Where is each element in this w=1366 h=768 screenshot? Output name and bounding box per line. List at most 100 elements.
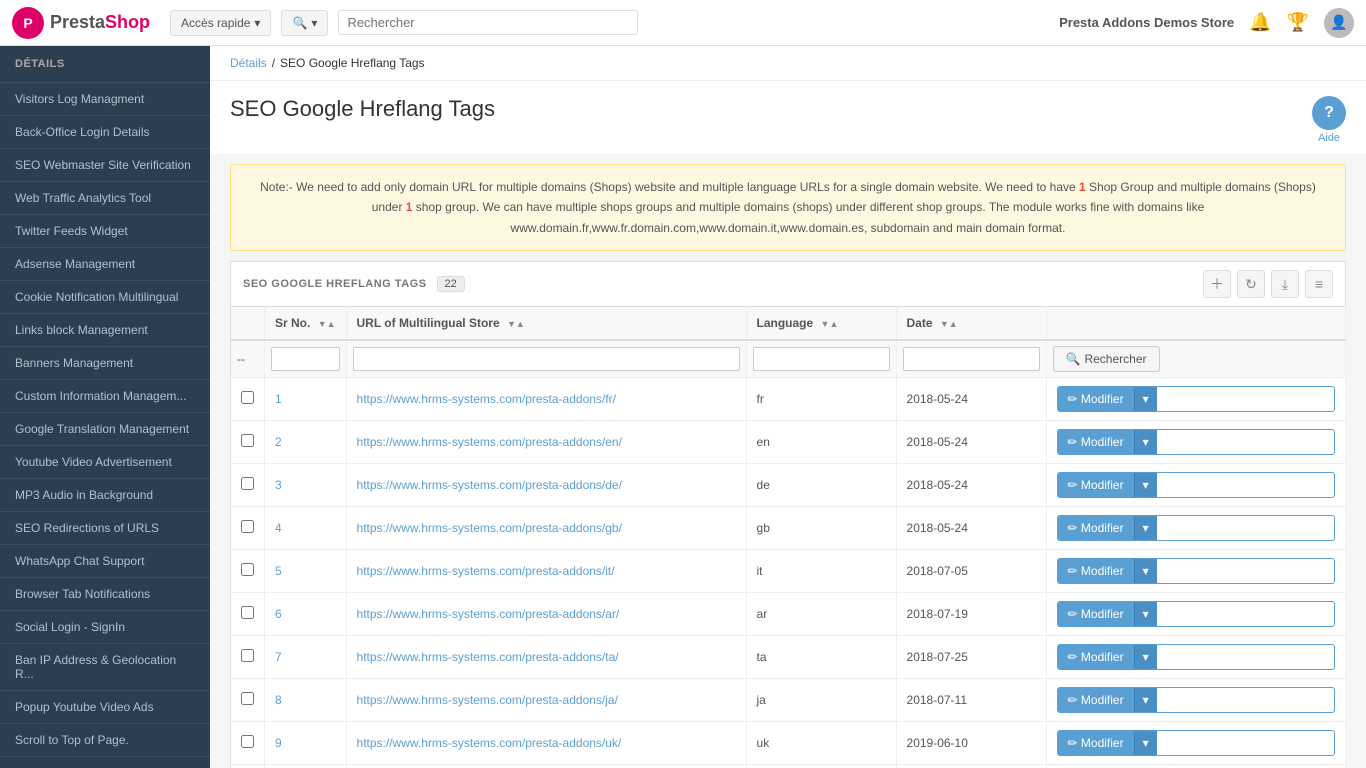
sidebar-item-youtube-ads[interactable]: Youtube Video Advertisement: [0, 446, 210, 479]
add-button[interactable]: ＋: [1203, 270, 1231, 298]
count-badge: 22: [437, 276, 465, 292]
trophy-icon[interactable]: 🏆: [1287, 12, 1309, 33]
url-link[interactable]: https://www.hrms-systems.com/presta-addo…: [357, 478, 622, 492]
table-row: 2 https://www.hrms-systems.com/presta-ad…: [231, 421, 1346, 464]
sidebar-item-seo-redirections[interactable]: SEO Redirections of URLS: [0, 512, 210, 545]
row-checkbox[interactable]: [241, 520, 254, 533]
modifier-dropdown-button[interactable]: ▾: [1134, 559, 1157, 583]
filter-checkbox-cell: --: [231, 340, 265, 378]
breadcrumb-details-link[interactable]: Détails: [230, 56, 267, 70]
modifier-main-button[interactable]: ✏ Modifier: [1058, 387, 1134, 411]
url-link[interactable]: https://www.hrms-systems.com/presta-addo…: [357, 693, 618, 707]
help-button[interactable]: ? Aide: [1312, 96, 1346, 144]
sidebar-item-web-traffic[interactable]: Web Traffic Analytics Tool: [0, 182, 210, 215]
srno-link[interactable]: 8: [275, 693, 282, 707]
modifier-main-button[interactable]: ✏ Modifier: [1058, 688, 1134, 712]
sidebar-item-visitors-log[interactable]: Visitors Log Managment: [0, 83, 210, 116]
export-button[interactable]: ⤓: [1271, 270, 1299, 298]
filter-language-input[interactable]: [753, 347, 890, 371]
sidebar-item-mp3-audio[interactable]: MP3 Audio in Background: [0, 479, 210, 512]
row-checkbox[interactable]: [241, 735, 254, 748]
modifier-main-button[interactable]: ✏ Modifier: [1058, 516, 1134, 540]
actions-header: [1046, 307, 1345, 341]
avatar[interactable]: 👤: [1324, 8, 1354, 38]
sidebar-item-whatsapp[interactable]: WhatsApp Chat Support: [0, 545, 210, 578]
modifier-dropdown-button[interactable]: ▾: [1134, 688, 1157, 712]
row-checkbox[interactable]: [241, 477, 254, 490]
url-link[interactable]: https://www.hrms-systems.com/presta-addo…: [357, 607, 620, 621]
srno-sort-icons[interactable]: ▼▲: [318, 319, 336, 329]
modifier-main-button[interactable]: ✏ Modifier: [1058, 430, 1134, 454]
modifier-dropdown-button[interactable]: ▾: [1134, 731, 1157, 755]
sidebar-item-links-block[interactable]: Links block Management: [0, 314, 210, 347]
modifier-main-button[interactable]: ✏ Modifier: [1058, 559, 1134, 583]
table-title: SEO GOOGLE HREFLANG TAGS: [243, 278, 427, 290]
sidebar-item-google-translation[interactable]: Google Translation Management: [0, 413, 210, 446]
refresh-button[interactable]: ↻: [1237, 270, 1265, 298]
modifier-main-button[interactable]: ✏ Modifier: [1058, 645, 1134, 669]
srno-link[interactable]: 6: [275, 607, 282, 621]
row-checkbox[interactable]: [241, 649, 254, 662]
sidebar-item-adsense[interactable]: Adsense Management: [0, 248, 210, 281]
settings-button[interactable]: ≡: [1305, 270, 1333, 298]
sidebar-item-tawk[interactable]: Tawk.to Multilingual Live Chat S...: [0, 757, 210, 768]
sidebar-item-banners[interactable]: Banners Management: [0, 347, 210, 380]
filter-search-button[interactable]: 🔍 Rechercher: [1053, 346, 1160, 372]
sidebar-item-custom-info[interactable]: Custom Information Managem...: [0, 380, 210, 413]
filter-date-input[interactable]: [903, 347, 1040, 371]
row-language: ar: [746, 593, 896, 636]
row-checkbox[interactable]: [241, 391, 254, 404]
modifier-dropdown-button[interactable]: ▾: [1134, 430, 1157, 454]
row-url: https://www.hrms-systems.com/presta-addo…: [346, 507, 746, 550]
sidebar-item-scroll-top[interactable]: Scroll to Top of Page.: [0, 724, 210, 757]
url-link[interactable]: https://www.hrms-systems.com/presta-addo…: [357, 435, 622, 449]
url-sort-icons[interactable]: ▼▲: [507, 319, 525, 329]
srno-link[interactable]: 4: [275, 521, 282, 535]
srno-link[interactable]: 2: [275, 435, 282, 449]
row-checkbox-cell: [231, 550, 265, 593]
sidebar-item-ban-ip[interactable]: Ban IP Address & Geolocation R...: [0, 644, 210, 691]
sidebar-item-seo-webmaster[interactable]: SEO Webmaster Site Verification: [0, 149, 210, 182]
srno-link[interactable]: 5: [275, 564, 282, 578]
modifier-main-button[interactable]: ✏ Modifier: [1058, 473, 1134, 497]
row-language: uk: [746, 722, 896, 765]
row-checkbox[interactable]: [241, 563, 254, 576]
notification-bell-icon[interactable]: 🔔: [1249, 12, 1271, 33]
row-checkbox[interactable]: [241, 606, 254, 619]
modifier-main-button[interactable]: ✏ Modifier: [1058, 731, 1134, 755]
modifier-dropdown-button[interactable]: ▾: [1134, 645, 1157, 669]
row-actions: ✏ Modifier ▾: [1046, 550, 1345, 593]
search-input[interactable]: [347, 15, 629, 30]
date-sort-icons[interactable]: ▼▲: [940, 319, 958, 329]
sidebar-item-twitter-feeds[interactable]: Twitter Feeds Widget: [0, 215, 210, 248]
url-link[interactable]: https://www.hrms-systems.com/presta-addo…: [357, 736, 622, 750]
row-language: ta: [746, 636, 896, 679]
srno-link[interactable]: 3: [275, 478, 282, 492]
srno-link[interactable]: 7: [275, 650, 282, 664]
sidebar-item-cookie-notification[interactable]: Cookie Notification Multilingual: [0, 281, 210, 314]
language-sort-icons[interactable]: ▼▲: [821, 319, 839, 329]
filter-srno-input[interactable]: [271, 347, 340, 371]
nav-right: Presta Addons Demos Store 🔔 🏆 👤: [1059, 8, 1354, 38]
url-link[interactable]: https://www.hrms-systems.com/presta-addo…: [357, 521, 622, 535]
row-language: fr: [746, 378, 896, 421]
modifier-dropdown-button[interactable]: ▾: [1134, 602, 1157, 626]
url-link[interactable]: https://www.hrms-systems.com/presta-addo…: [357, 650, 619, 664]
srno-link[interactable]: 9: [275, 736, 282, 750]
row-checkbox[interactable]: [241, 692, 254, 705]
sidebar-item-back-office-login[interactable]: Back-Office Login Details: [0, 116, 210, 149]
url-link[interactable]: https://www.hrms-systems.com/presta-addo…: [357, 392, 616, 406]
modifier-dropdown-button[interactable]: ▾: [1134, 516, 1157, 540]
modifier-main-button[interactable]: ✏ Modifier: [1058, 602, 1134, 626]
row-checkbox[interactable]: [241, 434, 254, 447]
search-mode-button[interactable]: 🔍 ▾: [281, 10, 328, 36]
quick-access-button[interactable]: Accès rapide ▾: [170, 10, 271, 36]
srno-link[interactable]: 1: [275, 392, 282, 406]
modifier-dropdown-button[interactable]: ▾: [1134, 473, 1157, 497]
sidebar-item-popup-youtube[interactable]: Popup Youtube Video Ads: [0, 691, 210, 724]
sidebar-item-social-login[interactable]: Social Login - SignIn: [0, 611, 210, 644]
filter-url-input[interactable]: [353, 347, 740, 371]
modifier-dropdown-button[interactable]: ▾: [1134, 387, 1157, 411]
sidebar-item-browser-tab[interactable]: Browser Tab Notifications: [0, 578, 210, 611]
url-link[interactable]: https://www.hrms-systems.com/presta-addo…: [357, 564, 615, 578]
